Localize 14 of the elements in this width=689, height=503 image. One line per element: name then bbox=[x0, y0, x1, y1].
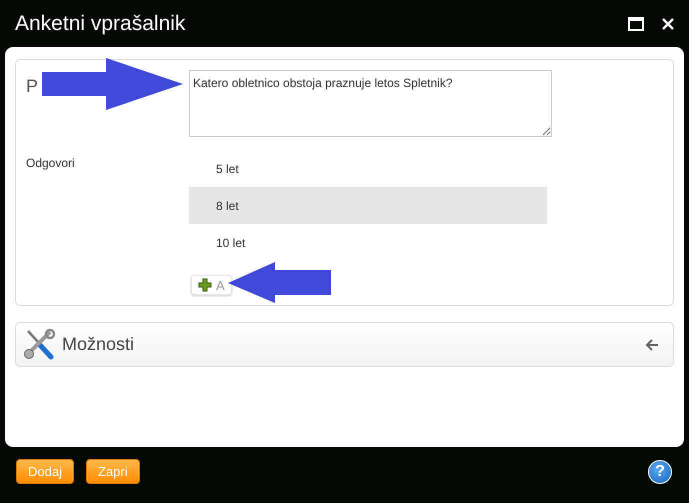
tools-icon bbox=[22, 328, 56, 362]
question-field[interactable]: Katero obletnico obstoja praznuje letos Spletnik? bbox=[189, 70, 552, 137]
maximize-button[interactable] bbox=[627, 14, 645, 32]
question-label: P bbox=[26, 76, 38, 97]
maximize-icon bbox=[628, 16, 644, 30]
answers-label: Odgovori bbox=[26, 156, 75, 170]
answer-row[interactable]: 5 let bbox=[189, 150, 547, 187]
answer-row[interactable]: 8 let bbox=[189, 187, 547, 224]
close-icon bbox=[661, 16, 675, 30]
answer-row[interactable]: 10 let bbox=[189, 224, 547, 261]
options-title: Možnosti bbox=[62, 334, 136, 355]
window-title: Anketni vprašalnik bbox=[15, 12, 186, 36]
options-header[interactable]: Možnosti bbox=[15, 322, 674, 367]
plus-icon bbox=[198, 278, 212, 292]
